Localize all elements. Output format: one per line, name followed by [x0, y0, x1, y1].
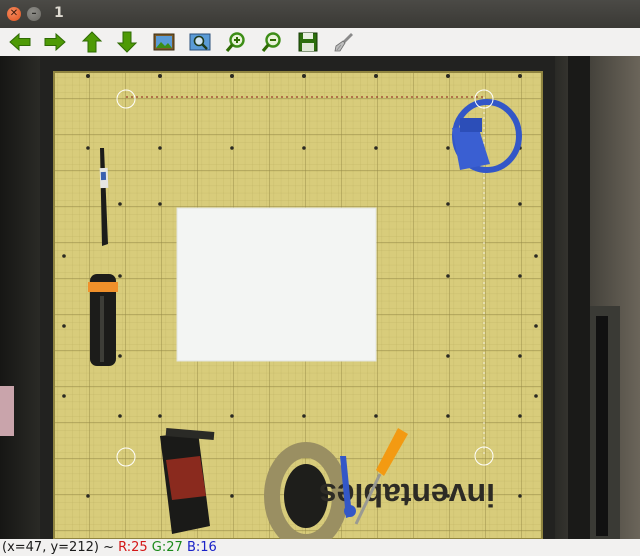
minimize-icon[interactable]: –: [27, 7, 41, 21]
arrow-right-icon: [44, 32, 66, 52]
zoom-out-button[interactable]: [259, 30, 285, 54]
pan-right-button[interactable]: [42, 30, 68, 54]
toolbar: [0, 28, 640, 56]
arrow-left-icon: [9, 32, 31, 52]
camera-image: inventables: [0, 56, 640, 539]
zoom-out-icon: [261, 32, 281, 53]
brush-icon: [334, 33, 353, 52]
zoom-in-icon: [225, 32, 245, 53]
picture-icon: [153, 33, 175, 51]
left-rail: [0, 56, 40, 539]
screwdriver: [88, 274, 118, 366]
image-viewport[interactable]: inventables: [0, 56, 640, 539]
cursor-coords: (x=47, y=212) ~: [2, 540, 119, 555]
window-title: 1: [54, 5, 64, 21]
pixel-blue: B:16: [186, 540, 217, 555]
zoom-original-button[interactable]: [151, 30, 177, 54]
save-button[interactable]: [295, 30, 321, 54]
arrow-up-icon: [81, 31, 103, 53]
floppy-disk-icon: [298, 32, 318, 52]
status-bar: (x=47, y=212) ~ R:25 G:27 B:16: [0, 539, 640, 556]
properties-button[interactable]: [331, 30, 357, 54]
zoom-fit-icon: [189, 33, 211, 51]
pan-left-button[interactable]: [7, 30, 33, 54]
paper-sheet: [177, 208, 376, 361]
pan-down-button[interactable]: [114, 30, 140, 54]
minimize-glyph: –: [31, 8, 37, 19]
close-icon[interactable]: ✕: [7, 7, 21, 21]
title-bar: ✕ – 1: [0, 0, 640, 28]
zoom-in-button[interactable]: [223, 30, 249, 54]
pan-up-button[interactable]: [79, 30, 105, 54]
close-glyph: ✕: [9, 8, 19, 19]
pixel-green: G:27: [151, 540, 183, 555]
arrow-down-icon: [116, 31, 138, 53]
pixel-red: R:25: [118, 540, 148, 555]
zoom-fit-button[interactable]: [187, 30, 213, 54]
